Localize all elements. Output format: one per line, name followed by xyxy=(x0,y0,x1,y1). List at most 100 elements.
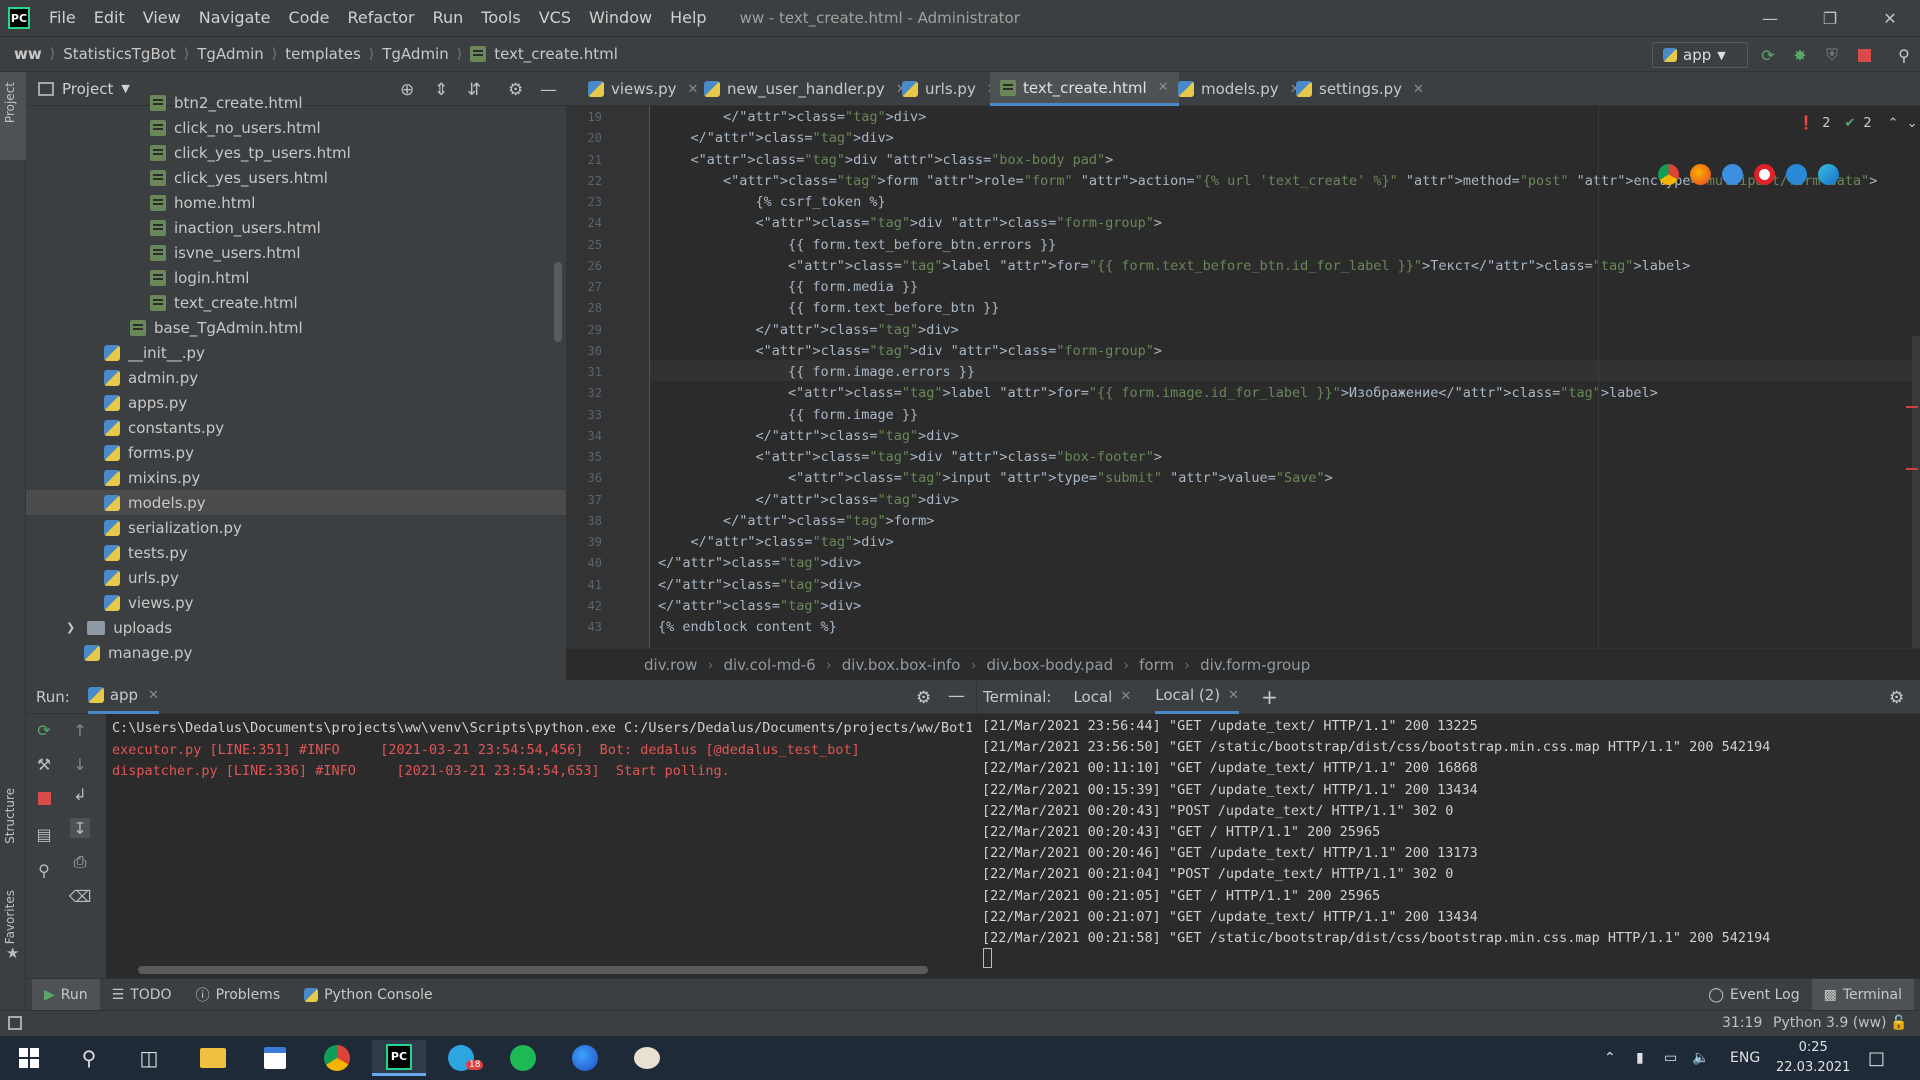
chevron-down-icon[interactable]: ⌄ xyxy=(1907,116,1918,131)
menu-help[interactable]: Help xyxy=(661,0,715,36)
trash-icon[interactable]: ⌫ xyxy=(69,886,92,906)
tree-file[interactable]: base_TgAdmin.html xyxy=(130,315,303,340)
stop-icon[interactable] xyxy=(34,788,54,808)
editor-breadcrumb-item[interactable]: div.row xyxy=(644,656,697,674)
lock-icon[interactable]: 🔓 xyxy=(1890,1015,1907,1031)
code-line[interactable]: {{ form.image.errors }} xyxy=(658,364,975,380)
print-icon[interactable]: ⎙ xyxy=(70,852,90,872)
editor-tab[interactable]: new_user_handler.py✕ xyxy=(694,72,917,106)
tree-file[interactable]: urls.py xyxy=(104,565,179,590)
search-icon[interactable]: ⚲ xyxy=(1894,45,1914,65)
close-icon[interactable]: ✕ xyxy=(1158,80,1169,95)
menu-window[interactable]: Window xyxy=(580,0,661,36)
code-line[interactable]: </"attr">class="tag">div> xyxy=(658,555,861,571)
tree-file[interactable]: home.html xyxy=(150,190,255,215)
todo-tool-tab[interactable]: ☰ TODO xyxy=(100,979,184,1011)
pycharm-taskbar-icon[interactable]: PC xyxy=(372,1040,426,1076)
pin-icon[interactable]: ⚲ xyxy=(34,860,54,880)
code-line[interactable]: <"attr">class="tag">div "attr">class="fo… xyxy=(658,215,1162,231)
interpreter-selector[interactable]: Python 3.9 (ww) xyxy=(1773,1015,1887,1031)
tree-file[interactable]: isvne_users.html xyxy=(150,240,301,265)
code-line[interactable]: {% endblock content %} xyxy=(658,619,837,635)
chevron-right-icon[interactable]: ❯ xyxy=(66,621,75,634)
code-line[interactable]: <"attr">class="tag">div "attr">class="fo… xyxy=(658,343,1162,359)
menu-run[interactable]: Run xyxy=(424,0,473,36)
tree-file[interactable]: text_create.html xyxy=(150,290,298,315)
tree-file[interactable]: click_no_users.html xyxy=(150,115,321,140)
run-output-scrollbar[interactable] xyxy=(138,966,928,974)
run-tool-tab[interactable]: ▶ Run xyxy=(32,978,100,1011)
terminal-tab-local[interactable]: Local ✕ xyxy=(1073,680,1131,714)
add-terminal-icon[interactable]: + xyxy=(1261,685,1278,709)
editor-breadcrumb-item[interactable]: form xyxy=(1139,656,1174,674)
debug-icon[interactable]: ✸ xyxy=(1790,45,1810,65)
menu-navigate[interactable]: Navigate xyxy=(190,0,280,36)
code-line[interactable]: </"attr">class="tag">form> xyxy=(658,513,934,529)
menu-code[interactable]: Code xyxy=(280,0,339,36)
breadcrumb-root[interactable]: ww xyxy=(14,45,42,63)
code-line[interactable]: <"attr">class="tag">label "attr">for="{{… xyxy=(658,385,1658,401)
gear-icon[interactable]: ⚙ xyxy=(916,688,931,708)
close-icon[interactable]: ✕ xyxy=(1860,0,1920,36)
code-line[interactable]: </"attr">class="tag">div> xyxy=(658,577,861,593)
tree-file[interactable]: tests.py xyxy=(104,540,188,565)
tree-file[interactable]: click_yes_users.html xyxy=(150,165,328,190)
tree-file[interactable]: forms.py xyxy=(104,440,194,465)
telegram-icon[interactable]: 18 xyxy=(434,1040,488,1076)
code-line[interactable]: <"attr">class="tag">label "attr">for="{{… xyxy=(658,258,1690,274)
menu-view[interactable]: View xyxy=(134,0,190,36)
arrow-up-icon[interactable]: ↑ xyxy=(70,720,90,740)
breadcrumb-item[interactable]: text_create.html xyxy=(494,45,618,63)
firefox-icon[interactable] xyxy=(558,1040,612,1076)
internet-explorer-icon[interactable] xyxy=(1786,164,1807,185)
terminal-tab-local-2[interactable]: Local (2) ✕ xyxy=(1155,680,1240,714)
structure-tool-button[interactable]: Structure xyxy=(3,788,17,844)
code-line[interactable]: </"attr">class="tag">div> xyxy=(658,428,959,444)
tree-file[interactable]: __init__.py xyxy=(104,340,205,365)
editor-breadcrumb-item[interactable]: div.form-group xyxy=(1200,656,1310,674)
tree-file[interactable]: manage.py xyxy=(84,640,192,665)
opera-icon[interactable] xyxy=(1754,164,1775,185)
code-line[interactable]: {{ form.text_before_btn.errors }} xyxy=(658,237,1056,253)
error-marker[interactable] xyxy=(1906,468,1918,470)
code-line[interactable]: <"attr">class="tag">div "attr">class="bo… xyxy=(658,449,1162,465)
safari-icon[interactable] xyxy=(1722,164,1743,185)
breadcrumb-item[interactable]: TgAdmin xyxy=(382,45,449,63)
task-view-icon[interactable]: ◫ xyxy=(122,1040,176,1076)
problems-tool-tab[interactable]: ⓘ Problems xyxy=(184,979,293,1011)
close-icon[interactable]: ✕ xyxy=(1413,82,1424,97)
layout-icon[interactable]: ▤ xyxy=(34,824,54,844)
caret-position[interactable]: 31:19 xyxy=(1722,1015,1762,1031)
locate-icon[interactable]: ⊕ xyxy=(400,80,414,100)
collapse-all-icon[interactable]: ⇵ xyxy=(467,80,481,100)
paint-icon[interactable] xyxy=(620,1040,674,1076)
restore-icon[interactable]: ❐ xyxy=(1800,0,1860,36)
edge-icon[interactable] xyxy=(1818,164,1839,185)
network-icon[interactable]: ▭ xyxy=(1664,1036,1677,1080)
hide-icon[interactable]: — xyxy=(540,80,557,100)
editor-tab[interactable]: views.py ✕ xyxy=(578,72,708,106)
tree-file[interactable]: mixins.py xyxy=(104,465,200,490)
editor-tab[interactable]: settings.py ✕ xyxy=(1286,72,1434,106)
code-line[interactable]: </"attr">class="tag">div> xyxy=(658,109,926,125)
menu-vcs[interactable]: VCS xyxy=(530,0,580,36)
tree-file[interactable]: login.html xyxy=(150,265,249,290)
rerun-icon[interactable]: ⟳ xyxy=(34,720,54,740)
python-console-tool-tab[interactable]: Python Console xyxy=(292,979,445,1011)
gear-icon[interactable]: ⚙ xyxy=(508,80,523,100)
stop-icon[interactable] xyxy=(1854,45,1874,65)
arrow-down-icon[interactable]: ↓ xyxy=(70,754,90,774)
rerun-icon[interactable]: ⟳ xyxy=(1758,45,1778,65)
tree-folder[interactable]: ❯ uploads xyxy=(66,615,172,640)
gear-icon[interactable]: ⚙ xyxy=(1889,688,1904,708)
project-tool-button[interactable]: Project xyxy=(0,72,26,160)
menu-edit[interactable]: Edit xyxy=(85,0,134,36)
tree-file[interactable]: click_yes_tp_users.html xyxy=(150,140,351,165)
chrome-icon[interactable] xyxy=(1658,164,1679,185)
run-tab-app[interactable]: app ✕ xyxy=(87,680,159,714)
battery-icon[interactable]: ▮ xyxy=(1636,1036,1644,1080)
editor-breadcrumb-item[interactable]: div.box.box-info xyxy=(842,656,961,674)
chevron-down-icon[interactable]: ▼ xyxy=(121,82,129,95)
close-icon[interactable]: ✕ xyxy=(1228,688,1239,703)
chevron-up-icon[interactable]: ⌃ xyxy=(1604,1036,1616,1080)
